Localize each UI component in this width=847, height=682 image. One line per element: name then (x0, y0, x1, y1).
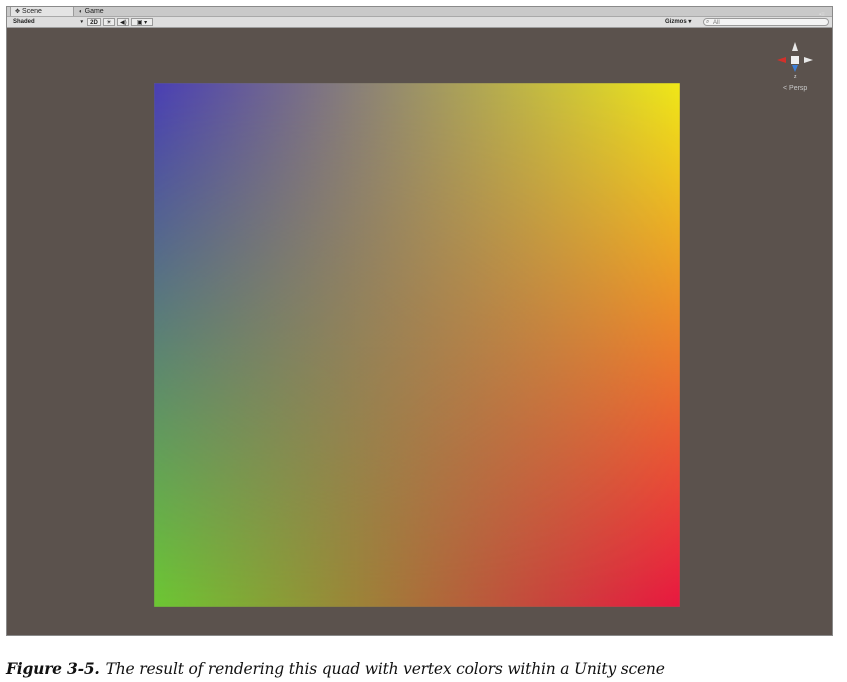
game-icon: ◐ (79, 9, 83, 15)
2d-toggle-button[interactable]: 2D (87, 18, 101, 26)
gizmos-label: Gizmos (665, 19, 687, 25)
x-axis-cone[interactable] (777, 57, 786, 63)
projection-toggle[interactable]: < Persp (783, 85, 807, 92)
lighting-toggle-button[interactable]: ☀ (103, 18, 115, 26)
neg-x-axis-cone[interactable] (804, 57, 813, 63)
sun-icon: ☀ (106, 20, 112, 26)
speaker-icon: ◀) (120, 20, 127, 26)
scene-view-window: ✥ Scene ◐ Game ▪≡ Shaded ▾ 2D ☀ ◀) ▣ ▾ Giz… (6, 6, 833, 636)
gizmos-dropdown[interactable]: Gizmos ▾ (665, 18, 701, 26)
search-icon: ⌕ (706, 19, 710, 25)
dropdown-arrow-icon: ▾ (80, 19, 83, 25)
figure-caption: Figure 3-5. The result of rendering this … (6, 659, 665, 678)
dropdown-arrow-icon: ▾ (144, 20, 148, 26)
search-value: All (713, 20, 720, 26)
scene-viewport[interactable]: z < Persp (7, 28, 832, 635)
scene-toolbar: Shaded ▾ 2D ☀ ◀) ▣ ▾ Gizmos ▾ ⌕ All (7, 17, 832, 28)
scene-icon: ✥ (15, 9, 21, 15)
z-axis-cone[interactable] (792, 65, 798, 72)
tab-game[interactable]: ◐ Game (75, 7, 125, 16)
dropdown-arrow-icon: ▾ (688, 19, 692, 25)
center-cube[interactable] (791, 56, 799, 64)
shading-mode-label: Shaded (13, 19, 35, 25)
y-axis-cone[interactable] (792, 42, 798, 51)
orientation-gizmo[interactable]: z (773, 40, 817, 84)
shading-mode-dropdown[interactable]: Shaded ▾ (10, 18, 86, 26)
z-axis-label: z (794, 74, 797, 80)
vertex-colored-quad (154, 83, 680, 607)
hierarchy-search-input[interactable]: ⌕ All (703, 18, 829, 26)
figure-label: Figure 3-5. (6, 659, 100, 678)
tab-scene[interactable]: ✥ Scene (10, 7, 74, 16)
image-icon: ▣ (136, 20, 143, 26)
audio-toggle-button[interactable]: ◀) (117, 18, 129, 26)
effects-dropdown[interactable]: ▣ ▾ (131, 18, 153, 26)
tab-game-label: Game (84, 8, 104, 15)
tab-scene-label: Scene (22, 8, 42, 15)
caption-text: The result of rendering this quad with v… (105, 660, 665, 678)
tab-bar: ✥ Scene ◐ Game ▪≡ (7, 7, 832, 18)
